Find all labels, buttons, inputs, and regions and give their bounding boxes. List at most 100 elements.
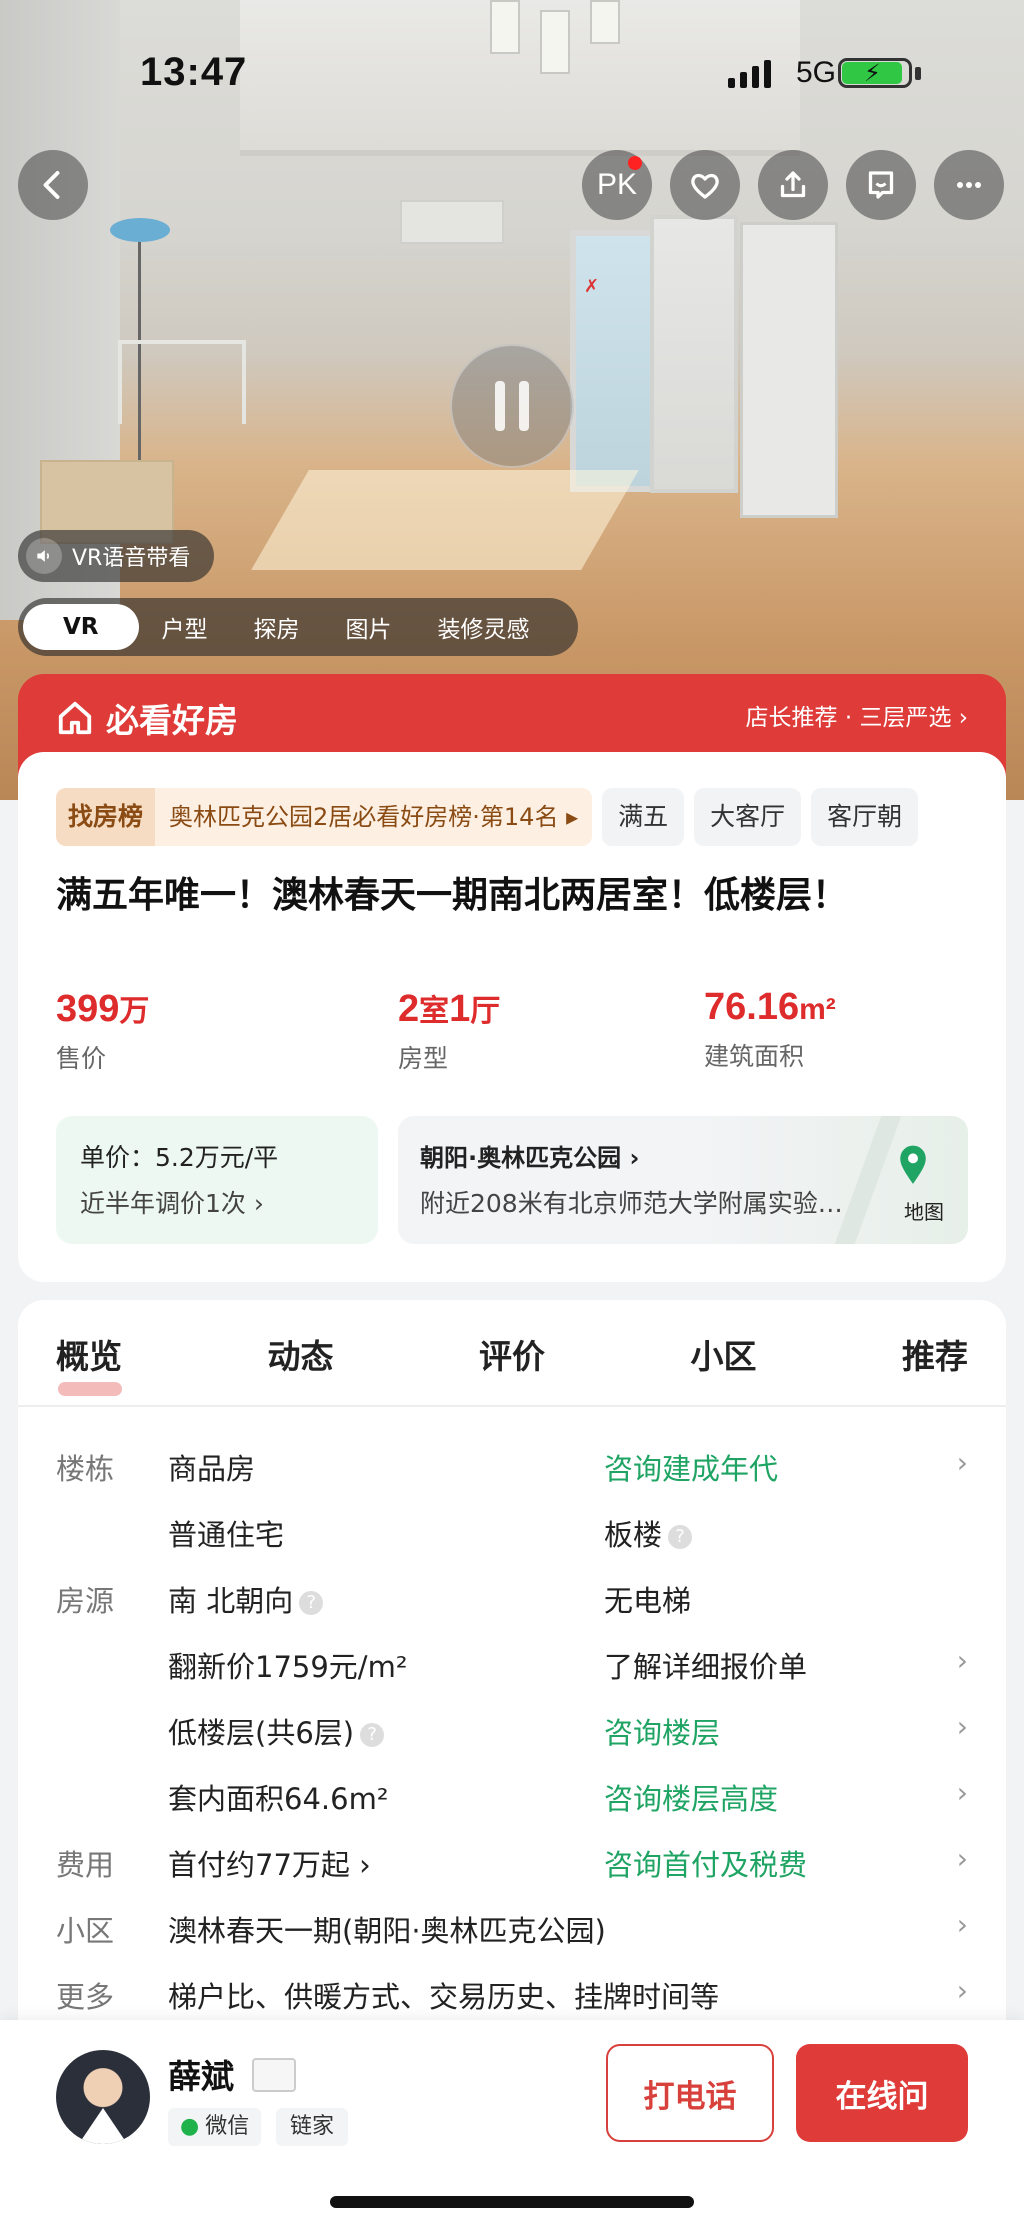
status-time: 13:47 xyxy=(140,50,248,94)
building-type: 板楼 xyxy=(604,1518,663,1552)
help-icon[interactable]: ? xyxy=(668,1525,693,1549)
favorite-button[interactable] xyxy=(670,150,740,220)
tag-chip: 大客厅 xyxy=(694,788,802,846)
online-chat-button[interactable]: 在线问 xyxy=(796,2044,968,2142)
detail-row[interactable]: 更多 梯户比、供暖方式、交易历史、挂牌时间等 › xyxy=(18,1974,1006,2024)
detail-row[interactable]: 翻新价1759元/m² 了解详细报价单 › xyxy=(18,1644,1006,1694)
consult-floor-link[interactable]: 咨询楼层 xyxy=(604,1710,720,1752)
map-road xyxy=(834,1116,902,1244)
rank-text: 奥林匹克公园2居必看好房榜·第14名 ▸ xyxy=(169,803,579,831)
consult-build-year-link[interactable]: 咨询建成年代 xyxy=(604,1446,778,1488)
detail-row: 普通住宅 板楼? xyxy=(18,1512,1006,1562)
down-payment-link[interactable]: 首付约77万起 › xyxy=(168,1842,371,1884)
tab-reviews[interactable]: 评价 xyxy=(479,1330,545,1400)
area-label: 建筑面积 xyxy=(704,1042,805,1071)
back-button[interactable] xyxy=(18,150,88,220)
share-button[interactable] xyxy=(758,150,828,220)
tab-floorplan[interactable]: 户型 xyxy=(139,610,231,644)
tab-overview[interactable]: 概览 xyxy=(56,1330,122,1400)
divider xyxy=(18,1405,1006,1407)
company-badge: 链家 xyxy=(276,2108,349,2146)
row-value-2: 板楼? xyxy=(604,1512,693,1554)
more-info-link[interactable]: 梯户比、供暖方式、交易历史、挂牌时间等 xyxy=(168,1974,719,2016)
consult-tax-link[interactable]: 咨询首付及税费 xyxy=(604,1842,807,1884)
price-adjust-link[interactable]: 近半年调价1次 › xyxy=(80,1184,264,1220)
more-dots-icon xyxy=(957,182,981,188)
heart-icon xyxy=(691,173,719,199)
agent-avatar[interactable] xyxy=(56,2050,150,2144)
rank-badge[interactable]: 找房榜 奥林匹克公园2居必看好房榜·第14名 ▸ xyxy=(56,788,593,846)
wechat-icon: ● xyxy=(180,2114,200,2139)
row-value: 套内面积64.6m² xyxy=(168,1782,389,1816)
detail-row[interactable]: 低楼层(共6层)? 咨询楼层 › xyxy=(18,1710,1006,1760)
details-card: 概览 动态 评价 小区 推荐 楼栋 商品房 咨询建成年代 › 普通住宅 板楼? … xyxy=(18,1300,1006,2060)
rank-tag: 找房榜 xyxy=(56,788,156,846)
vr-voice-tour-button[interactable]: VR语音带看 xyxy=(18,530,215,582)
help-icon[interactable]: ? xyxy=(360,1723,385,1747)
share-icon xyxy=(780,171,806,198)
id-card-icon[interactable] xyxy=(252,2058,296,2092)
tag-row: 找房榜 奥林匹克公园2居必看好房榜·第14名 ▸ 满五 大客厅 客厅朝 xyxy=(56,788,919,846)
detail-row: 房源 南 北朝向? 无电梯 xyxy=(18,1578,1006,1628)
open-door xyxy=(740,222,838,518)
row-key: 小区 xyxy=(56,1914,115,1948)
row-value: 商品房 xyxy=(168,1452,256,1486)
row-value: 南 北朝向? xyxy=(168,1578,324,1620)
pause-button[interactable] xyxy=(450,344,574,468)
tab-visit[interactable]: 探房 xyxy=(231,610,323,644)
banner-brand-text: 必看好房 xyxy=(106,701,238,740)
signal-icon xyxy=(728,58,771,88)
nearby-text: 附近208米有北京师范大学附属实验中学 xyxy=(420,1189,860,1218)
detail-row[interactable]: 套内面积64.6m² 咨询楼层高度 › xyxy=(18,1776,1006,1826)
pk-label: PK xyxy=(596,168,638,201)
listing-title: 满五年唯一！澳林春天一期南北两居室！低楼层！ xyxy=(56,875,849,916)
detail-row[interactable]: 费用 首付约77万起 › 咨询首付及税费 › xyxy=(18,1842,1006,1892)
row-value: 翻新价1759元/m² xyxy=(168,1650,408,1684)
balcony-door: ✗ xyxy=(570,230,662,492)
tab-vr[interactable]: VR xyxy=(23,604,139,650)
consult-floor-height-link[interactable]: 咨询楼层高度 xyxy=(604,1776,778,1818)
detail-row[interactable]: 楼栋 商品房 咨询建成年代 › xyxy=(18,1446,1006,1496)
message-button[interactable] xyxy=(846,150,916,220)
help-icon[interactable]: ? xyxy=(299,1591,324,1615)
chevron-right-icon: › xyxy=(956,1908,968,1941)
network-type: 5G xyxy=(796,56,837,89)
chevron-right-icon: › xyxy=(956,1776,968,1809)
tab-decor-ideas[interactable]: 装修灵感 xyxy=(415,610,553,644)
chevron-right-icon: › xyxy=(956,1842,968,1875)
tag-chip: 客厅朝 xyxy=(811,788,919,846)
notification-dot xyxy=(628,156,642,170)
location-map-box[interactable]: 朝阳·奥林匹克公园 › 附近208米有北京师范大学附属实验中学 地图 xyxy=(398,1116,968,1244)
tab-recommend[interactable]: 推荐 xyxy=(902,1330,968,1400)
pk-compare-button[interactable]: PK xyxy=(582,150,652,220)
layout-stat: 2室1厅 房型 xyxy=(398,986,500,1075)
chevron-right-icon: › xyxy=(956,1644,968,1677)
detail-row[interactable]: 小区 澳林春天一期(朝阳·奥林匹克公园) › xyxy=(18,1908,1006,1958)
location-text: 朝阳·奥林匹克公园 › xyxy=(420,1144,640,1172)
wechat-label: 微信 xyxy=(205,2114,250,2139)
row-key: 房源 xyxy=(56,1584,115,1618)
call-button[interactable]: 打电话 xyxy=(606,2044,774,2142)
halls-value: 1 xyxy=(449,988,471,1030)
unit-price: 单价：5.2万元/平 xyxy=(80,1143,279,1172)
floor-info: 低楼层(共6层) xyxy=(168,1716,355,1750)
price-stat: 399万 售价 xyxy=(56,986,149,1075)
unit-price-box[interactable]: 单价：5.2万元/平 近半年调价1次 › xyxy=(56,1116,378,1244)
quote-detail-link[interactable]: 了解详细报价单 xyxy=(604,1644,807,1686)
section-tabs: 概览 动态 评价 小区 推荐 xyxy=(18,1330,1006,1400)
tab-updates[interactable]: 动态 xyxy=(268,1330,334,1400)
tab-photos[interactable]: 图片 xyxy=(323,610,415,644)
community-link[interactable]: 澳林春天一期(朝阳·奥林匹克公园) xyxy=(168,1908,606,1950)
chevron-left-icon xyxy=(43,171,60,199)
tab-community[interactable]: 小区 xyxy=(691,1330,757,1400)
wechat-badge[interactable]: ● 微信 xyxy=(168,2108,262,2146)
price-value: 399 xyxy=(56,988,120,1030)
status-bar: 13:47 5G ⚡ xyxy=(0,0,1024,150)
rooms-value: 2 xyxy=(398,988,420,1030)
air-conditioner xyxy=(400,200,504,244)
battery-icon: ⚡ xyxy=(838,58,926,92)
more-button[interactable] xyxy=(934,150,1004,220)
agent-name[interactable]: 薛斌 xyxy=(168,2050,234,2098)
speaker-icon xyxy=(26,538,62,574)
map-label: 地图 xyxy=(904,1200,944,1224)
